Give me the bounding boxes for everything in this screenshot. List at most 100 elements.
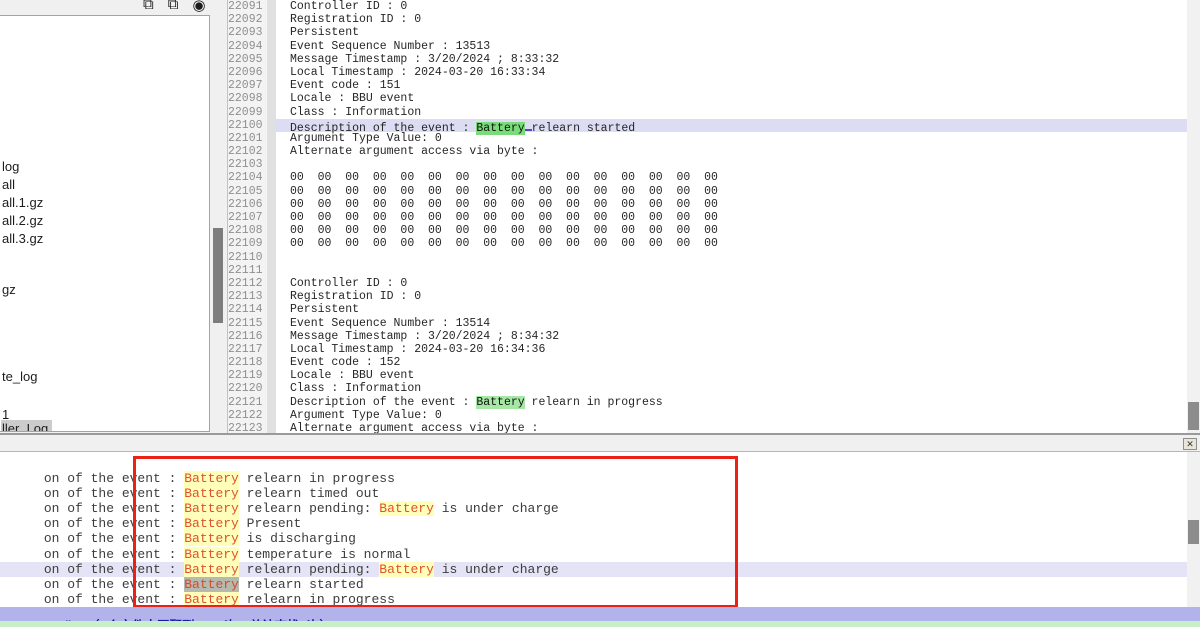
export-window-icon[interactable]: ⧉ bbox=[143, 0, 154, 14]
editor-text-segment: Locale : BBU event bbox=[290, 369, 414, 382]
editor-line-text: Event code : 151 bbox=[276, 79, 1187, 92]
editor-line: 22097 Event code : 151 bbox=[228, 79, 1187, 92]
editor-line: 22107 00 00 00 00 00 00 00 00 00 00 00 0… bbox=[228, 211, 1187, 224]
close-results-icon[interactable]: ✕ bbox=[1183, 438, 1197, 450]
editor-line: 22110 bbox=[228, 251, 1187, 264]
editor-text-segment: 00 00 00 00 00 00 00 00 00 00 00 00 00 0… bbox=[290, 211, 718, 224]
line-number: 22100 bbox=[228, 119, 267, 132]
bookmark-margin bbox=[267, 303, 276, 316]
line-number: 22122 bbox=[228, 409, 267, 422]
editor-line-text: Event Sequence Number : 13514 bbox=[276, 317, 1187, 330]
result-text-segment: Battery bbox=[184, 592, 239, 607]
editor-line: 22092 Registration ID : 0 bbox=[228, 13, 1187, 26]
editor-text-segment: Event code : 152 bbox=[290, 356, 400, 369]
toolbar: ⧉ ⧉ ◉ bbox=[0, 0, 227, 15]
bookmark-margin bbox=[267, 277, 276, 290]
line-number: 22113 bbox=[228, 290, 267, 303]
editor-line-text: Local Timestamp : 2024-03-20 16:33:34 bbox=[276, 66, 1187, 79]
editor-line: 22120 Class : Information bbox=[228, 382, 1187, 395]
editor-line-text: Locale : BBU event bbox=[276, 369, 1187, 382]
editor-line: 22116 Message Timestamp : 3/20/2024 ; 8:… bbox=[228, 330, 1187, 343]
export-window-icon-2[interactable]: ⧉ bbox=[168, 0, 179, 14]
editor-text-segment: Event Sequence Number : 13514 bbox=[290, 317, 490, 330]
editor-line-text: Registration ID : 0 bbox=[276, 13, 1187, 26]
editor-text-segment: Local Timestamp : 2024-03-20 16:33:34 bbox=[290, 66, 545, 79]
file-tree-item[interactable]: all.2.gz bbox=[1, 212, 47, 229]
file-tree-item[interactable]: all bbox=[1, 176, 19, 193]
sidebar-scrollbar[interactable] bbox=[211, 15, 226, 432]
file-tree-item[interactable]: gz bbox=[1, 281, 20, 298]
file-tree-item[interactable]: ller_Log bbox=[1, 420, 52, 432]
log-editor[interactable]: 22091 Controller ID : 0 22092 Registrati… bbox=[227, 0, 1187, 433]
editor-line-text bbox=[276, 264, 1187, 277]
editor-line-text bbox=[276, 251, 1187, 264]
bookmark-margin bbox=[267, 356, 276, 369]
bookmark-margin bbox=[267, 92, 276, 105]
editor-line: 22106 00 00 00 00 00 00 00 00 00 00 00 0… bbox=[228, 198, 1187, 211]
result-text-segment: Battery bbox=[184, 562, 239, 577]
result-text-segment: relearn pending: bbox=[239, 501, 379, 516]
line-number: 22117 bbox=[228, 343, 267, 356]
file-tree-item-label: all.3.gz bbox=[2, 231, 43, 246]
result-text-segment: relearn pending: bbox=[239, 562, 379, 577]
editor-text-segment: 00 00 00 00 00 00 00 00 00 00 00 00 00 0… bbox=[290, 171, 718, 184]
line-number: 22112 bbox=[228, 277, 267, 290]
line-number: 22099 bbox=[228, 106, 267, 119]
file-tree-item-label: all.2.gz bbox=[2, 213, 43, 228]
result-text-segment: Battery bbox=[184, 486, 239, 501]
file-tree-panel[interactable]: log all all.1.gz all.2.gz all.3.gz gz te… bbox=[0, 15, 210, 432]
editor-line: 22104 00 00 00 00 00 00 00 00 00 00 00 0… bbox=[228, 171, 1187, 184]
result-text-segment: Battery bbox=[379, 501, 434, 516]
file-tree-item[interactable]: all.3.gz bbox=[1, 230, 47, 247]
sidebar-scrollbar-thumb[interactable] bbox=[213, 228, 223, 323]
editor-line-text: Message Timestamp : 3/20/2024 ; 8:34:32 bbox=[276, 330, 1187, 343]
editor-text-segment: Message Timestamp : 3/20/2024 ; 8:34:32 bbox=[290, 330, 559, 343]
editor-line: 22103 bbox=[228, 158, 1187, 171]
bookmark-margin bbox=[267, 317, 276, 330]
line-number: 22111 bbox=[228, 264, 267, 277]
editor-line-text: Message Timestamp : 3/20/2024 ; 8:33:32 bbox=[276, 53, 1187, 66]
editor-line-text: Class : Information bbox=[276, 382, 1187, 395]
results-scrollbar-thumb[interactable] bbox=[1188, 520, 1199, 544]
bookmark-margin bbox=[267, 237, 276, 250]
search-result-row[interactable]: on of the event : Battery relearn in pro… bbox=[0, 456, 1187, 471]
editor-text-segment: Event Sequence Number : 13513 bbox=[290, 40, 490, 53]
editor-line-text: Event code : 152 bbox=[276, 356, 1187, 369]
editor-line-text: Description of the event : Battery relea… bbox=[276, 396, 1187, 409]
line-number: 22097 bbox=[228, 79, 267, 92]
editor-text-segment: Event code : 151 bbox=[290, 79, 400, 92]
editor-scrollbar-thumb[interactable] bbox=[1188, 402, 1199, 430]
bookmark-margin bbox=[267, 211, 276, 224]
search-summary-row[interactable]: e event" （1个文件中匹配到1123次，总计查找1次） bbox=[0, 607, 1200, 621]
line-number: 22109 bbox=[228, 237, 267, 250]
bookmark-margin bbox=[267, 106, 276, 119]
editor-line: 22109 00 00 00 00 00 00 00 00 00 00 00 0… bbox=[228, 237, 1187, 250]
line-number: 22114 bbox=[228, 303, 267, 316]
line-number: 22102 bbox=[228, 145, 267, 158]
result-text-segment: Battery bbox=[184, 531, 239, 546]
editor-line: 22122 Argument Type Value: 0 bbox=[228, 409, 1187, 422]
editor-scrollbar[interactable] bbox=[1187, 0, 1200, 433]
editor-text-segment: Alternate argument access via byte : bbox=[290, 145, 538, 158]
line-number: 22096 bbox=[228, 66, 267, 79]
editor-line: 22111 bbox=[228, 264, 1187, 277]
search-results-panel[interactable]: on of the event : Battery relearn in pro… bbox=[0, 452, 1187, 611]
editor-line-text: Alternate argument access via byte : bbox=[276, 422, 1187, 433]
editor-line: 22121 Description of the event : Battery… bbox=[228, 396, 1187, 409]
bookmark-margin bbox=[267, 185, 276, 198]
bookmark-margin bbox=[267, 264, 276, 277]
editor-line: 22118 Event code : 152 bbox=[228, 356, 1187, 369]
search-file-path-row[interactable]: 01410M617000015-00040800-1620.tar.gz.(11… bbox=[0, 621, 1200, 627]
editor-text-segment: Alternate argument access via byte : bbox=[290, 422, 538, 433]
editor-line: 22108 00 00 00 00 00 00 00 00 00 00 00 0… bbox=[228, 224, 1187, 237]
file-tree-item[interactable]: all.1.gz bbox=[1, 194, 47, 211]
file-tree-item[interactable]: te_log bbox=[1, 368, 41, 385]
result-text-segment: Battery bbox=[184, 501, 239, 516]
editor-text-segment: 00 00 00 00 00 00 00 00 00 00 00 00 00 0… bbox=[290, 237, 718, 250]
bookmark-margin bbox=[267, 396, 276, 409]
results-scrollbar[interactable] bbox=[1187, 452, 1200, 607]
locate-target-icon[interactable]: ◉ bbox=[192, 0, 205, 14]
line-number: 22110 bbox=[228, 251, 267, 264]
file-tree-item[interactable]: log bbox=[1, 158, 23, 175]
bookmark-margin bbox=[267, 66, 276, 79]
